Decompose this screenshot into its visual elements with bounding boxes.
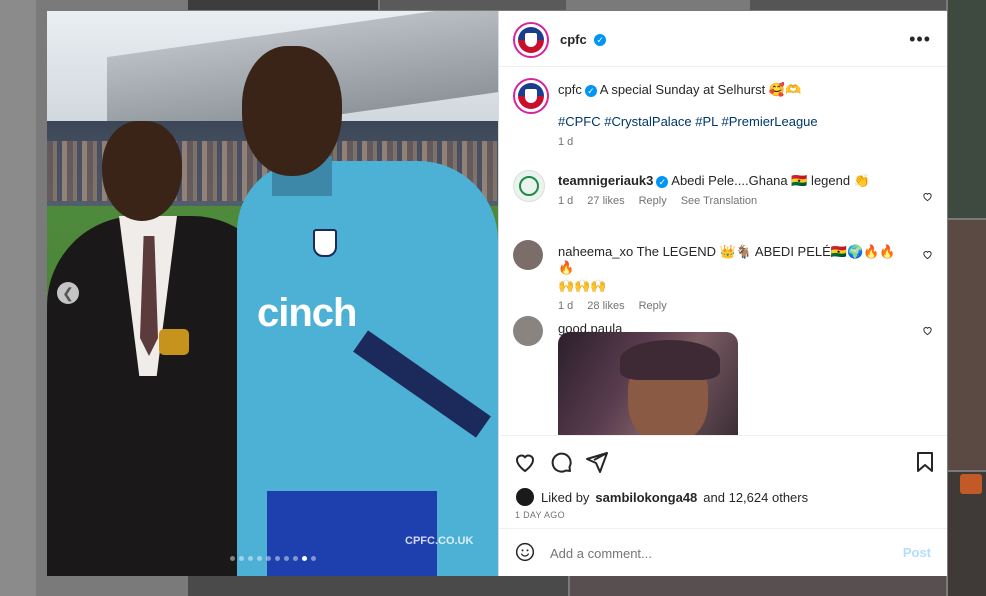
caption-username[interactable]: cpfc [558,82,582,97]
reply-button[interactable]: Reply [639,195,667,207]
comment: naheema_xo The LEGEND 👑🐐 ABEDI PELÉ🇬🇭🌍🔥🔥… [558,244,908,312]
comment-likes[interactable]: 27 likes [587,195,624,207]
avatar[interactable] [513,22,549,58]
caption-text: A special Sunday at Selhurst 🥰🫶 [599,82,802,97]
club-crest-icon [518,83,544,109]
like-comment-heart-icon[interactable] [922,325,933,336]
carousel-dot [302,556,307,561]
background-strip [0,0,36,596]
comment-time: 1 d [558,300,574,312]
comment-time: 1 d [558,195,574,207]
reply-button[interactable]: Reply [639,300,667,312]
comment-likes[interactable]: 28 likes [587,300,624,312]
liked-by-prefix: Liked by [541,489,590,505]
background-tile [188,0,378,10]
post-timestamp[interactable]: 1 DAY AGO [515,510,565,520]
verified-badge-icon: ✓ [594,33,607,46]
carousel-dot [266,556,271,561]
like-heart-icon[interactable] [513,450,537,474]
liked-by: Liked by sambilokonga48 and 12,624 other… [515,487,808,507]
eagle-icon [525,89,537,103]
comment-gif[interactable] [558,332,738,435]
carousel-dot [275,556,280,561]
comment: teamnigeriauk3 ✓ Abedi Pele....Ghana 🇬🇭 l… [558,173,908,207]
avatar[interactable] [513,170,545,202]
carousel-dot [248,556,253,561]
avatar[interactable] [513,78,549,114]
comment-bubble-icon[interactable] [549,450,573,474]
carousel-dot [230,556,235,561]
like-comment-heart-icon[interactable] [922,191,933,202]
comments-scroll[interactable]: cpfc ✓ A special Sunday at Selhurst 🥰🫶 #C… [499,67,947,435]
liked-by-user[interactable]: sambilokonga48 [595,490,697,505]
background-tile [948,220,986,470]
carousel-dot [284,556,289,561]
blazer-crest-badge [159,329,189,355]
carousel-dot [311,556,316,561]
avatar[interactable] [513,316,543,346]
comment-input[interactable] [548,545,882,562]
comment-username[interactable]: teamnigeriauk3 [558,173,653,188]
person-right-shorts [267,491,437,576]
background-tile [948,0,986,218]
eagle-icon [525,33,537,47]
carousel-dot [293,556,298,561]
background-tile [188,576,568,596]
caption-hashtags[interactable]: #CPFC #CrystalPalace #PL #PremierLeague [558,114,928,129]
like-comment-heart-icon[interactable] [922,249,933,260]
background-tile [380,0,566,10]
caption-time: 1 d [558,136,574,148]
post-photo: cinch CPFC.CO.UK ❮ [47,11,499,576]
more-options-icon[interactable]: ••• [909,29,931,50]
person-left-head [102,121,182,221]
comment-username[interactable]: naheema_xo [558,244,633,259]
verified-badge-icon: ✓ [656,175,669,188]
chevron-left-icon: ❮ [62,284,74,301]
carousel-dots [230,556,316,561]
carousel-dot [239,556,244,561]
caption: cpfc ✓ A special Sunday at Selhurst 🥰🫶 #C… [558,82,928,148]
bookmark-icon[interactable] [913,450,937,474]
post-comment-button[interactable]: Post [903,545,931,560]
avatar[interactable] [513,240,543,270]
liked-by-others[interactable]: and 12,624 others [703,490,808,505]
gif-hair [620,340,720,380]
club-crest-icon [518,27,544,53]
share-send-icon[interactable] [585,450,609,474]
background-badge [960,474,982,494]
background-tile [570,576,946,596]
background-tile [750,0,946,10]
post-header: cpfc ✓ ••• [499,11,947,67]
sponsor-logo: cinch [257,291,357,335]
carousel-dot [257,556,262,561]
comment-text-line2: 🙌🙌🙌 [558,278,607,293]
team-logo-icon [519,176,539,196]
post-sidebar: cpfc ✓ ••• cpfc ✓ A special Sunday at Sel… [499,11,947,576]
add-comment-bar: Post [499,528,947,577]
club-crest-icon [313,229,337,257]
avatar[interactable] [515,487,535,507]
photo-watermark: CPFC.CO.UK [405,535,474,547]
verified-badge-icon: ✓ [584,84,597,97]
see-translation-button[interactable]: See Translation [681,195,757,207]
comment-text: Abedi Pele....Ghana 🇬🇭 legend 👏 [671,173,870,188]
post-modal: cinch CPFC.CO.UK ❮ cpfc ✓ ••• cpfc ✓ A s… [47,11,947,576]
post-username[interactable]: cpfc [560,32,587,47]
emoji-icon[interactable] [515,542,535,562]
previous-slide-button[interactable]: ❮ [57,282,79,304]
person-right-head [242,46,342,176]
